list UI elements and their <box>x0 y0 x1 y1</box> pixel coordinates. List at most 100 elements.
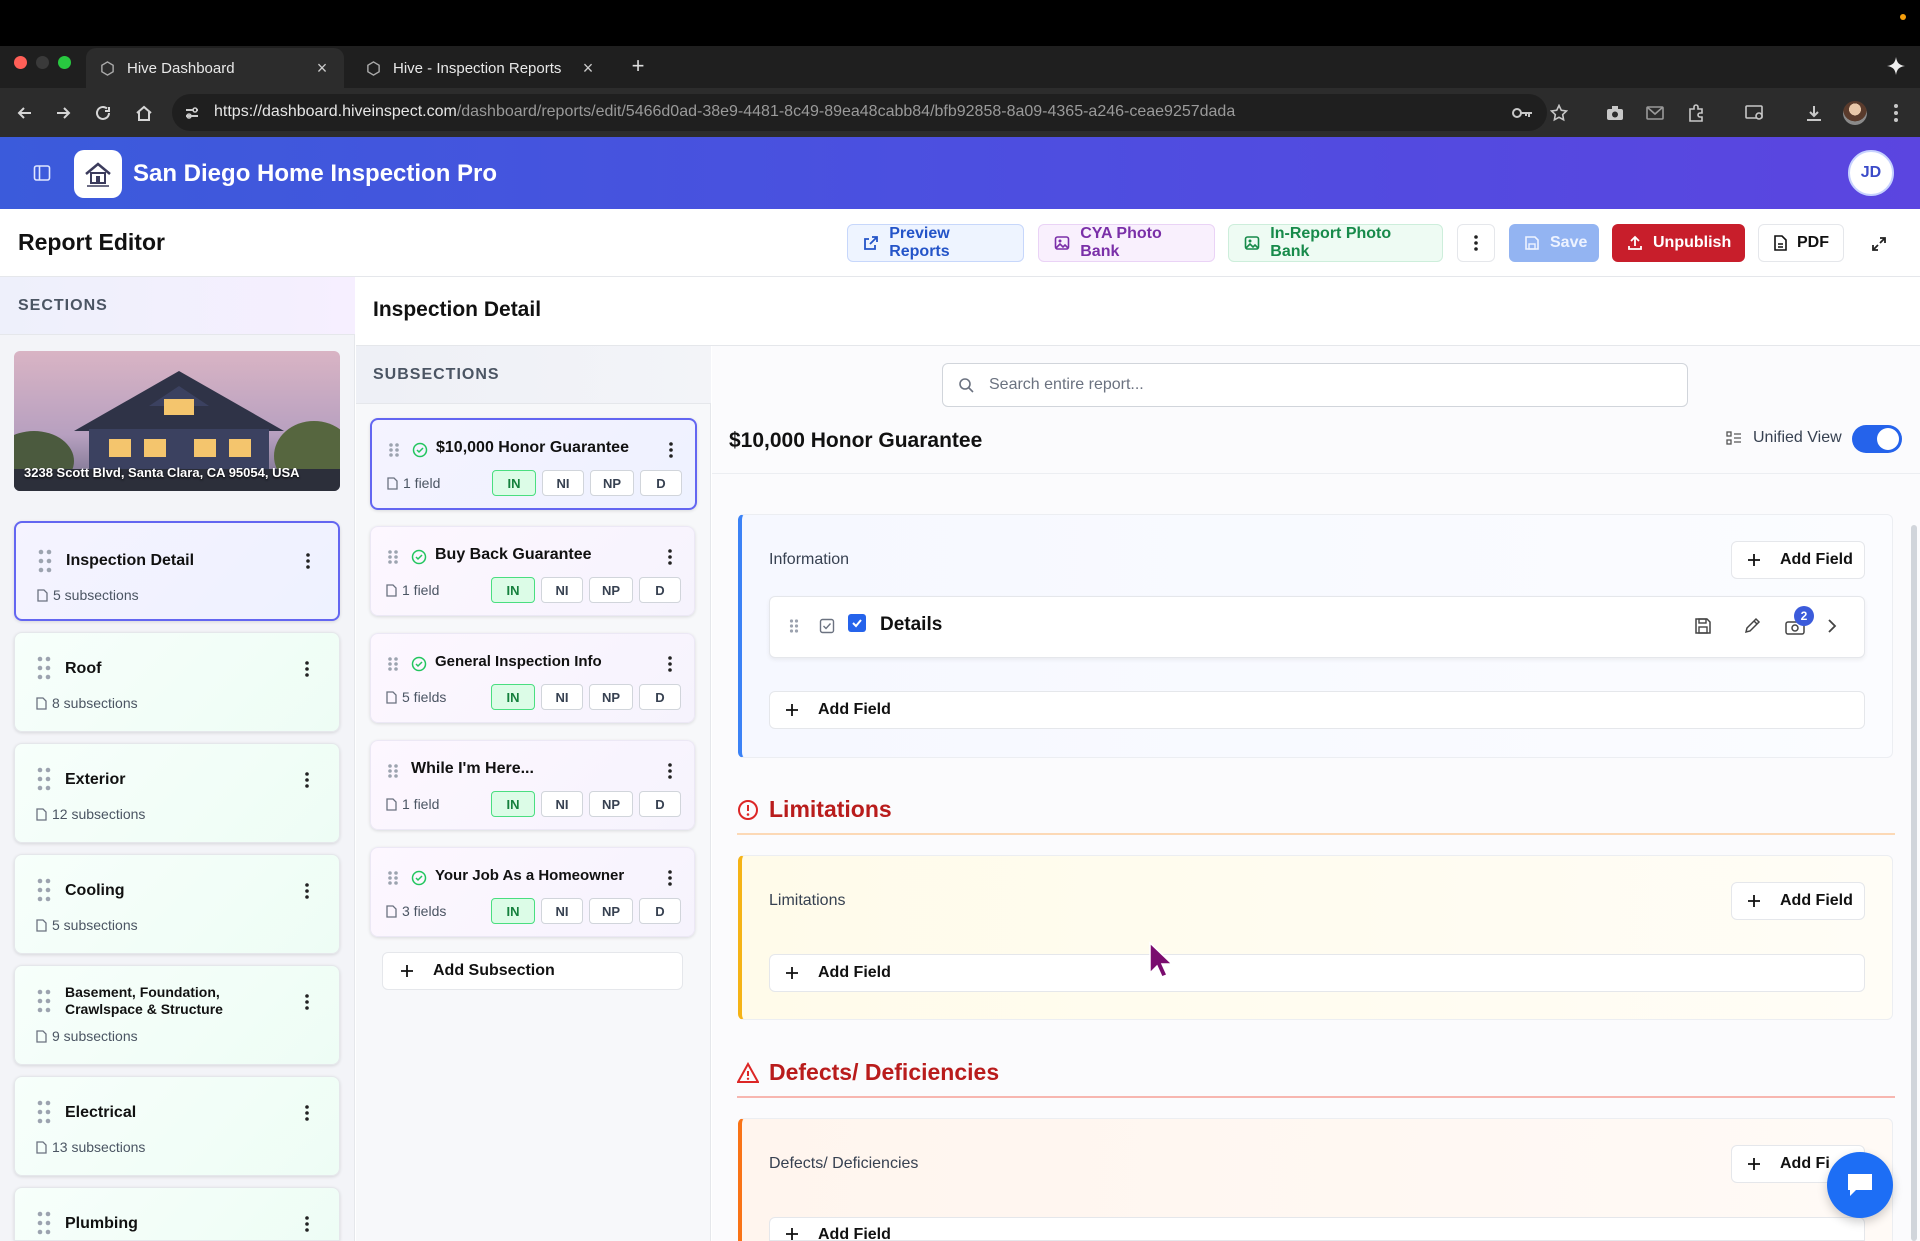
drag-handle-icon[interactable] <box>788 617 800 635</box>
sidebar-toggle-icon[interactable] <box>30 161 54 185</box>
section-card-inspection-detail[interactable]: Inspection Detail 5 subsections <box>14 521 340 621</box>
camera-extension-icon[interactable] <box>1603 101 1627 125</box>
status-ni-button[interactable]: NI <box>542 470 584 496</box>
edit-pencil-icon[interactable] <box>1741 615 1763 637</box>
drag-handle-icon[interactable] <box>387 763 399 779</box>
browser-menu-kebab-icon[interactable] <box>1884 101 1908 125</box>
extensions-puzzle-icon[interactable] <box>1684 101 1708 125</box>
add-field-row[interactable]: Add Field <box>769 691 1865 729</box>
status-in-button[interactable]: IN <box>491 684 535 710</box>
gemini-sparkle-icon[interactable] <box>1882 52 1910 80</box>
drag-handle-icon[interactable] <box>37 989 51 1013</box>
scrollbar[interactable] <box>1911 525 1917 1241</box>
section-menu-icon[interactable] <box>297 770 317 790</box>
more-actions-button[interactable] <box>1457 224 1495 262</box>
profile-avatar[interactable] <box>1843 101 1867 125</box>
mail-extension-icon[interactable] <box>1643 101 1667 125</box>
drag-handle-icon[interactable] <box>37 767 51 791</box>
subsection-menu-icon[interactable] <box>660 547 680 567</box>
report-search-input[interactable]: Search entire report... <box>942 363 1688 407</box>
save-button[interactable]: Save <box>1509 224 1599 262</box>
status-in-button[interactable]: IN <box>492 470 536 496</box>
section-menu-icon[interactable] <box>298 551 318 571</box>
status-in-button[interactable]: IN <box>491 577 535 603</box>
status-np-button[interactable]: NP <box>589 898 633 924</box>
status-d-button[interactable]: D <box>639 791 681 817</box>
drag-handle-icon[interactable] <box>38 549 52 573</box>
section-card-electrical[interactable]: Electrical 13 subsections <box>14 1076 340 1176</box>
section-menu-icon[interactable] <box>297 659 317 679</box>
section-menu-icon[interactable] <box>297 881 317 901</box>
browser-tab-dashboard[interactable]: Hive Dashboard × <box>86 48 344 88</box>
expand-fullscreen-icon[interactable] <box>1868 233 1890 255</box>
field-enabled-checkbox[interactable] <box>848 614 866 632</box>
forward-arrow-icon[interactable] <box>50 100 76 126</box>
status-d-button[interactable]: D <box>639 898 681 924</box>
reading-list-icon[interactable] <box>1743 101 1767 125</box>
user-avatar[interactable]: JD <box>1848 150 1894 196</box>
status-np-button[interactable]: NP <box>589 684 633 710</box>
window-close-button[interactable] <box>14 56 27 69</box>
status-d-button[interactable]: D <box>640 470 682 496</box>
section-card-exterior[interactable]: Exterior 12 subsections <box>14 743 340 843</box>
subsection-menu-icon[interactable] <box>660 868 680 888</box>
close-tab-icon[interactable]: × <box>580 59 596 77</box>
new-tab-button[interactable]: + <box>624 52 652 80</box>
status-np-button[interactable]: NP <box>589 791 633 817</box>
status-in-button[interactable]: IN <box>491 791 535 817</box>
drag-handle-icon[interactable] <box>387 656 399 672</box>
section-card-plumbing[interactable]: Plumbing <box>14 1187 340 1241</box>
chevron-right-icon[interactable] <box>1823 617 1841 635</box>
back-arrow-icon[interactable] <box>12 100 38 126</box>
add-field-row[interactable]: Add Field <box>769 954 1865 992</box>
home-icon[interactable] <box>131 100 157 126</box>
status-ni-button[interactable]: NI <box>541 898 583 924</box>
subsection-card-homeowner-job[interactable]: Your Job As a Homeowner 3 fields IN NI N… <box>370 847 695 937</box>
pdf-button[interactable]: PDF <box>1758 224 1844 262</box>
drag-handle-icon[interactable] <box>387 549 399 565</box>
window-minimize-button[interactable] <box>36 56 49 69</box>
drag-handle-icon[interactable] <box>388 442 400 458</box>
in-report-photo-bank-button[interactable]: In-Report Photo Bank <box>1228 224 1443 262</box>
bookmark-star-icon[interactable] <box>1547 101 1571 125</box>
section-menu-icon[interactable] <box>297 1214 317 1234</box>
subsection-card-buy-back[interactable]: Buy Back Guarantee 1 field IN NI NP D <box>370 526 695 616</box>
status-np-button[interactable]: NP <box>589 577 633 603</box>
preview-reports-button[interactable]: Preview Reports <box>847 224 1024 262</box>
status-d-button[interactable]: D <box>639 684 681 710</box>
subsection-menu-icon[interactable] <box>660 654 680 674</box>
site-settings-icon[interactable] <box>182 103 202 123</box>
section-menu-icon[interactable] <box>297 992 317 1012</box>
status-d-button[interactable]: D <box>639 577 681 603</box>
close-tab-icon[interactable]: × <box>314 59 330 77</box>
subsection-card-while-here[interactable]: While I'm Here... 1 field IN NI NP D <box>370 740 695 830</box>
drag-handle-icon[interactable] <box>37 1100 51 1124</box>
add-field-button[interactable]: Add Field <box>1731 882 1865 920</box>
status-ni-button[interactable]: NI <box>541 684 583 710</box>
drag-handle-icon[interactable] <box>37 878 51 902</box>
subsection-menu-icon[interactable] <box>660 761 680 781</box>
status-ni-button[interactable]: NI <box>541 791 583 817</box>
browser-tab-reports[interactable]: Hive - Inspection Reports × <box>352 48 610 88</box>
add-field-button[interactable]: Add Field <box>1731 541 1865 579</box>
section-menu-icon[interactable] <box>297 1103 317 1123</box>
add-field-row[interactable]: Add Field <box>769 1217 1865 1241</box>
unified-view-toggle[interactable] <box>1852 425 1902 453</box>
password-key-icon[interactable] <box>1511 101 1535 125</box>
subsection-card-general-info[interactable]: General Inspection Info 5 fields IN NI N… <box>370 633 695 723</box>
status-in-button[interactable]: IN <box>491 898 535 924</box>
drag-handle-icon[interactable] <box>387 870 399 886</box>
section-card-cooling[interactable]: Cooling 5 subsections <box>14 854 340 954</box>
section-card-basement[interactable]: Basement, Foundation, Crawlspace & Struct… <box>14 965 340 1065</box>
status-ni-button[interactable]: NI <box>541 577 583 603</box>
reload-icon[interactable] <box>90 100 116 126</box>
cya-photo-bank-button[interactable]: CYA Photo Bank <box>1038 224 1215 262</box>
download-icon[interactable] <box>1802 101 1826 125</box>
unpublish-button[interactable]: Unpublish <box>1612 224 1745 262</box>
add-subsection-button[interactable]: Add Subsection <box>382 952 683 990</box>
chat-support-button[interactable] <box>1827 1152 1893 1218</box>
drag-handle-icon[interactable] <box>37 656 51 680</box>
drag-handle-icon[interactable] <box>37 1211 51 1235</box>
status-np-button[interactable]: NP <box>590 470 634 496</box>
subsection-card-honor-guarantee[interactable]: $10,000 Honor Guarantee 1 field IN NI NP… <box>370 418 697 510</box>
